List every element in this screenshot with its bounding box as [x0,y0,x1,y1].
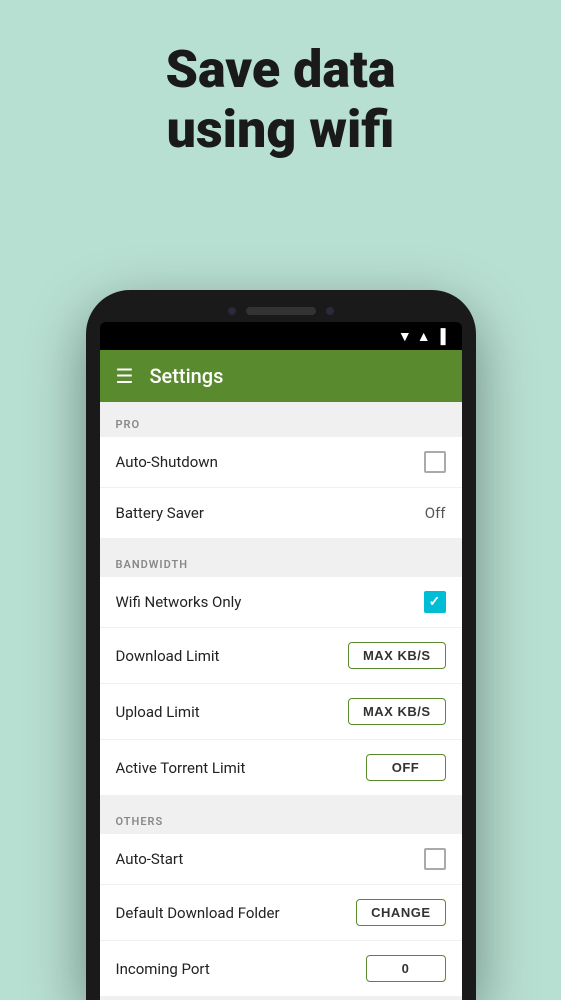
auto-shutdown-checkbox[interactable] [424,451,446,473]
hero-section: Save data using wifi [0,0,561,190]
settings-content: PRO Auto-Shutdown Battery Saver Off [100,402,462,996]
phone-top [100,304,462,322]
phone-screen: ☰ Settings PRO Auto-Shutdown [100,350,462,1000]
wifi-icon: ▼ [398,328,412,345]
row-wifi-networks: Wifi Networks Only ✓ [100,577,462,628]
section-body-bandwidth: Wifi Networks Only ✓ Download Limit MAX … [100,577,462,795]
section-body-pro: Auto-Shutdown Battery Saver Off [100,437,462,538]
section-bandwidth: BANDWIDTH Wifi Networks Only ✓ Download … [100,542,462,795]
battery-saver-value: Off [425,504,446,522]
row-download-limit: Download Limit MAX KB/S [100,628,462,684]
download-limit-button[interactable]: MAX KB/S [348,642,446,669]
section-header-pro: PRO [100,402,462,437]
row-auto-start: Auto-Start [100,834,462,885]
auto-start-checkbox[interactable] [424,848,446,870]
phone-outer: ▼ ▲ ▐ ☰ Settings PRO [86,290,476,1000]
incoming-port-label: Incoming Port [116,960,210,978]
wifi-networks-label: Wifi Networks Only [116,593,242,611]
notch-speaker [246,307,316,315]
status-bar: ▼ ▲ ▐ [100,322,462,350]
active-torrent-label: Active Torrent Limit [116,759,246,777]
wifi-networks-checkbox[interactable]: ✓ [424,591,446,613]
row-incoming-port: Incoming Port 0 [100,941,462,996]
upload-limit-label: Upload Limit [116,703,200,721]
camera-dot-left [228,307,236,315]
section-pro: PRO Auto-Shutdown Battery Saver Off [100,402,462,538]
auto-start-label: Auto-Start [116,850,184,868]
hero-title: Save data using wifi [0,40,561,160]
row-auto-shutdown: Auto-Shutdown [100,437,462,488]
camera-dot-right [326,307,334,315]
signal-icon: ▲ [417,328,431,345]
battery-saver-label: Battery Saver [116,504,204,522]
row-battery-saver[interactable]: Battery Saver Off [100,488,462,538]
row-upload-limit: Upload Limit MAX KB/S [100,684,462,740]
default-download-label: Default Download Folder [116,904,280,922]
row-default-download: Default Download Folder CHANGE [100,885,462,941]
phone-container: ▼ ▲ ▐ ☰ Settings PRO [86,290,476,1000]
app-bar: ☰ Settings [100,350,462,402]
section-header-others: OTHERS [100,799,462,834]
battery-icon: ▐ [436,328,446,345]
row-active-torrent: Active Torrent Limit OFF [100,740,462,795]
download-limit-label: Download Limit [116,647,220,665]
incoming-port-button[interactable]: 0 [366,955,446,982]
section-header-bandwidth: BANDWIDTH [100,542,462,577]
upload-limit-button[interactable]: MAX KB/S [348,698,446,725]
auto-shutdown-label: Auto-Shutdown [116,453,218,471]
active-torrent-button[interactable]: OFF [366,754,446,781]
section-others: OTHERS Auto-Start Default Download Folde… [100,799,462,996]
app-bar-title: Settings [149,364,223,388]
default-download-button[interactable]: CHANGE [356,899,445,926]
section-body-others: Auto-Start Default Download Folder CHANG… [100,834,462,996]
menu-icon[interactable]: ☰ [116,364,134,388]
status-icons: ▼ ▲ ▐ [398,328,446,345]
